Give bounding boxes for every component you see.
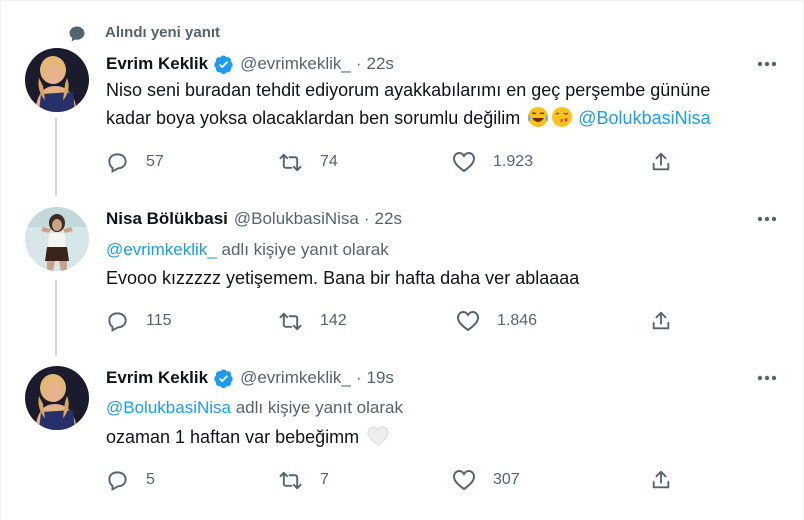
separator: · [355, 368, 362, 387]
heart-icon [452, 469, 476, 491]
reply-count: 115 [146, 312, 172, 329]
display-name[interactable]: Evrim Keklik [106, 368, 208, 388]
reply-button[interactable]: 115 [106, 309, 172, 333]
timestamp[interactable]: 22s [367, 54, 394, 74]
like-count: 1.846 [497, 312, 538, 329]
heart-icon [452, 151, 476, 173]
reply-icon [108, 152, 127, 173]
speech-bubble-icon [68, 25, 86, 47]
replying-to-label: adlı kişiye yanıt olarak [221, 240, 389, 259]
tweet-actions: 5 7 307 [106, 468, 786, 492]
tweet-text: Niso seni buradan tehdit ediyorum ayakka… [106, 76, 786, 132]
tweet-actions: 115 142 1.846 [106, 309, 786, 333]
more-dots-icon [757, 216, 777, 222]
reply-count: 5 [146, 471, 155, 488]
verified-badge-icon [213, 54, 234, 75]
reply-button[interactable]: 57 [106, 150, 164, 174]
tweet-header: Evrim Keklik @evrimkeklik_ · 22s [106, 53, 394, 75]
retweet-count: 74 [320, 153, 338, 170]
retweet-button[interactable]: 142 [278, 309, 347, 333]
replying-to-label: adlı kişiye yanıt olarak [235, 398, 403, 417]
separator: · [363, 209, 370, 228]
social-context-label: Alındı yeni yanıt [105, 24, 221, 41]
thread-line [55, 280, 57, 356]
handle[interactable]: @BolukbasiNisa [234, 209, 359, 229]
avatar[interactable] [25, 366, 89, 430]
mention-link[interactable]: @BolukbasiNisa [578, 108, 710, 128]
tweet-text-segment: kadar boya yoksa olacaklardan ben soruml… [106, 108, 521, 128]
face-with-tears-of-joy-icon [527, 106, 549, 128]
tweet-text: Evooo kızzzzz yetişemem. Bana bir hafta … [106, 264, 786, 292]
reply-count: 57 [146, 153, 164, 170]
more-dots-icon [757, 375, 777, 381]
retweet-icon [279, 471, 302, 489]
handle[interactable]: @evrimkeklik_ [240, 54, 351, 74]
replying-to-mention[interactable]: @evrimkeklik_ [106, 240, 217, 259]
retweet-icon [279, 312, 302, 330]
more-options-button[interactable] [752, 53, 782, 75]
retweet-count: 7 [320, 471, 329, 488]
tweet-text-line: Evooo kızzzzz yetişemem. Bana bir hafta … [106, 268, 580, 288]
tweet-text-line: kadar boya yoksa olacaklardan ben soruml… [106, 104, 786, 132]
like-count: 307 [493, 471, 520, 488]
share-button[interactable] [650, 150, 672, 174]
tweet-text-line: ozaman 1 haftan var bebeğimm [106, 423, 786, 451]
reply-icon [108, 311, 127, 332]
like-button[interactable]: 307 [452, 468, 520, 492]
share-icon [652, 311, 670, 330]
display-name[interactable]: Evrim Keklik [106, 54, 208, 74]
reply-button[interactable]: 5 [106, 468, 155, 492]
reply-icon [108, 470, 127, 491]
tweet-actions: 57 74 1.923 [106, 150, 786, 174]
verified-badge-icon [213, 368, 234, 389]
replying-to-mention[interactable]: @BolukbasiNisa [106, 398, 231, 417]
share-button[interactable] [650, 468, 672, 492]
share-icon [652, 152, 670, 171]
timestamp[interactable]: 19s [367, 368, 394, 388]
retweet-button[interactable]: 7 [278, 468, 329, 492]
like-count: 1.923 [493, 153, 534, 170]
retweet-icon [279, 153, 302, 171]
more-dots-icon [757, 61, 777, 67]
replying-to: @evrimkeklik_ adlı kişiye yanıt olarak [106, 240, 389, 260]
avatar[interactable] [25, 207, 89, 271]
like-button[interactable]: 1.923 [452, 150, 533, 174]
display-name[interactable]: Nisa Bölükbasi [106, 209, 228, 229]
thread-line [55, 118, 57, 196]
avatar[interactable] [25, 48, 89, 112]
like-button[interactable]: 1.846 [456, 309, 537, 333]
retweet-button[interactable]: 74 [278, 150, 338, 174]
tweet-text-line: Niso seni buradan tehdit ediyorum ayakka… [106, 80, 711, 100]
white-heart-icon [366, 425, 389, 447]
replying-to: @BolukbasiNisa adlı kişiye yanıt olarak [106, 398, 403, 418]
tweet-text: ozaman 1 haftan var bebeğimm [106, 423, 786, 451]
tweet-header: Evrim Keklik @evrimkeklik_ · 19s [106, 367, 394, 389]
separator: · [355, 54, 362, 73]
heart-icon [456, 310, 480, 332]
handle[interactable]: @evrimkeklik_ [240, 368, 351, 388]
face-blowing-kiss-icon [551, 106, 573, 128]
share-icon [652, 470, 670, 489]
retweet-count: 142 [320, 312, 347, 329]
tweet-header: Nisa Bölükbasi @BolukbasiNisa · 22s [106, 208, 402, 230]
tweet-text-segment: ozaman 1 haftan var bebeğimm [106, 427, 360, 447]
timestamp[interactable]: 22s [375, 209, 402, 229]
share-button[interactable] [650, 309, 672, 333]
more-options-button[interactable] [752, 208, 782, 230]
more-options-button[interactable] [752, 367, 782, 389]
